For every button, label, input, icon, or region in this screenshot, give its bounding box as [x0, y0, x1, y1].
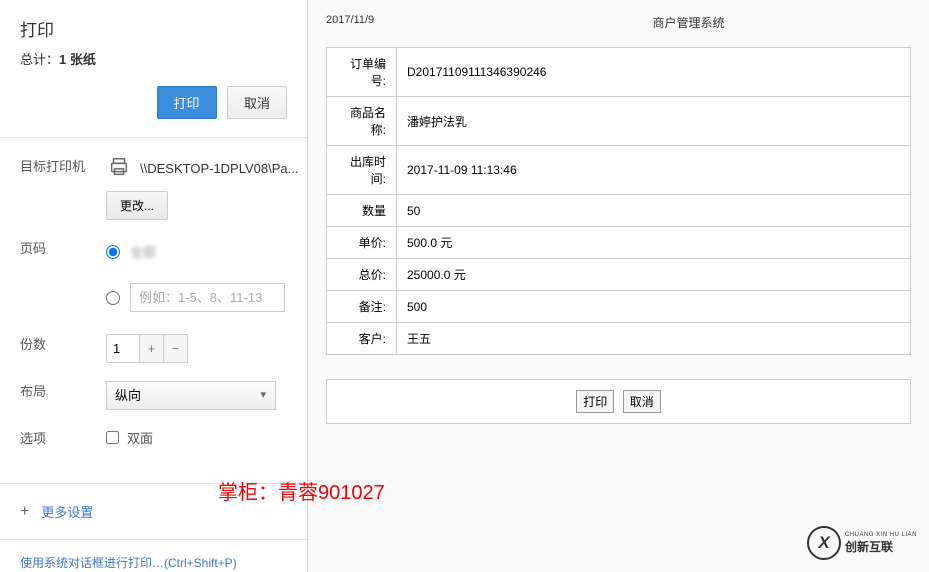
- pages-label: 页码: [20, 238, 106, 316]
- target-printer-row: 目标打印机 \\DESKTOP-1DPLV08\Pa... 更改...: [0, 138, 307, 220]
- sidebar-header: 打印 总计：1 张纸: [0, 0, 307, 78]
- row-value: 王五: [397, 323, 911, 355]
- order-table: 订单编号:D20171109111346390246商品名称:潘婷护法乳出库时间…: [326, 47, 911, 355]
- brand-logo: X CHUANG XIN HU LIAN 创新互联: [807, 526, 917, 560]
- row-value: 25000.0 元: [397, 259, 911, 291]
- row-value: 500.0 元: [397, 227, 911, 259]
- preview-cancel-button[interactable]: 取消: [623, 390, 661, 413]
- pages-range-radio[interactable]: [106, 291, 120, 305]
- row-value: 500: [397, 291, 911, 323]
- options-label: 选项: [20, 428, 106, 447]
- row-value: 潘婷护法乳: [397, 97, 911, 146]
- pages-all-label: 全部: [130, 242, 287, 261]
- print-preview: 2017/11/9 商户管理系统 订单编号:D20171109111346390…: [308, 0, 929, 572]
- page-summary: 总计：1 张纸: [20, 49, 287, 68]
- row-key: 单价:: [327, 227, 397, 259]
- row-key: 客户:: [327, 323, 397, 355]
- logo-icon: X: [807, 526, 841, 560]
- row-key: 备注:: [327, 291, 397, 323]
- preview-date: 2017/11/9: [326, 14, 386, 31]
- copies-label: 份数: [20, 334, 106, 363]
- cancel-button[interactable]: 取消: [227, 86, 287, 119]
- target-printer-label: 目标打印机: [20, 156, 106, 220]
- preview-actions: 打印 取消: [326, 379, 911, 424]
- table-row: 单价:500.0 元: [327, 227, 911, 259]
- copies-row: 份数 + −: [0, 316, 307, 363]
- table-row: 数量50: [327, 195, 911, 227]
- printer-icon: [106, 156, 132, 181]
- row-value: 2017-11-09 11:13:46: [397, 146, 911, 195]
- table-row: 总价:25000.0 元: [327, 259, 911, 291]
- copies-increment[interactable]: +: [140, 334, 164, 363]
- table-row: 出库时间:2017-11-09 11:13:46: [327, 146, 911, 195]
- table-row: 备注:500: [327, 291, 911, 323]
- print-dialog-sidebar: 打印 总计：1 张纸 打印 取消 目标打印机 \\DESKTOP-1DPLV08…: [0, 0, 308, 572]
- preview-header: 2017/11/9 商户管理系统: [326, 14, 911, 31]
- row-key: 出库时间:: [327, 146, 397, 195]
- preview-title: 商户管理系统: [386, 14, 911, 31]
- duplex-label: 双面: [127, 428, 153, 447]
- copies-decrement[interactable]: −: [164, 334, 188, 363]
- table-row: 商品名称:潘婷护法乳: [327, 97, 911, 146]
- print-button[interactable]: 打印: [157, 86, 217, 119]
- options-row: 选项 双面: [0, 410, 307, 465]
- table-row: 订单编号:D20171109111346390246: [327, 48, 911, 97]
- preview-print-button[interactable]: 打印: [576, 390, 614, 413]
- pages-range-input[interactable]: [130, 283, 285, 312]
- layout-select[interactable]: 纵向: [106, 381, 276, 410]
- plus-icon: +: [20, 503, 29, 521]
- pages-all-radio[interactable]: [106, 245, 120, 259]
- action-buttons: 打印 取消: [0, 78, 307, 137]
- row-value: 50: [397, 195, 911, 227]
- duplex-checkbox[interactable]: [106, 431, 119, 444]
- more-settings-button[interactable]: + 更多设置: [0, 484, 307, 539]
- layout-label: 布局: [20, 381, 106, 410]
- row-key: 数量: [327, 195, 397, 227]
- row-key: 商品名称:: [327, 97, 397, 146]
- system-dialog-link[interactable]: 使用系统对话框进行打印…(Ctrl+Shift+P): [0, 539, 307, 572]
- row-value: D20171109111346390246: [397, 48, 911, 97]
- layout-row: 布局 纵向: [0, 363, 307, 410]
- printer-name: \\DESKTOP-1DPLV08\Pa...: [140, 161, 298, 176]
- table-row: 客户:王五: [327, 323, 911, 355]
- copies-input[interactable]: [106, 334, 140, 363]
- pages-row: 页码 全部: [0, 220, 307, 316]
- dialog-title: 打印: [20, 16, 287, 41]
- change-printer-button[interactable]: 更改...: [106, 191, 168, 220]
- row-key: 总价:: [327, 259, 397, 291]
- row-key: 订单编号:: [327, 48, 397, 97]
